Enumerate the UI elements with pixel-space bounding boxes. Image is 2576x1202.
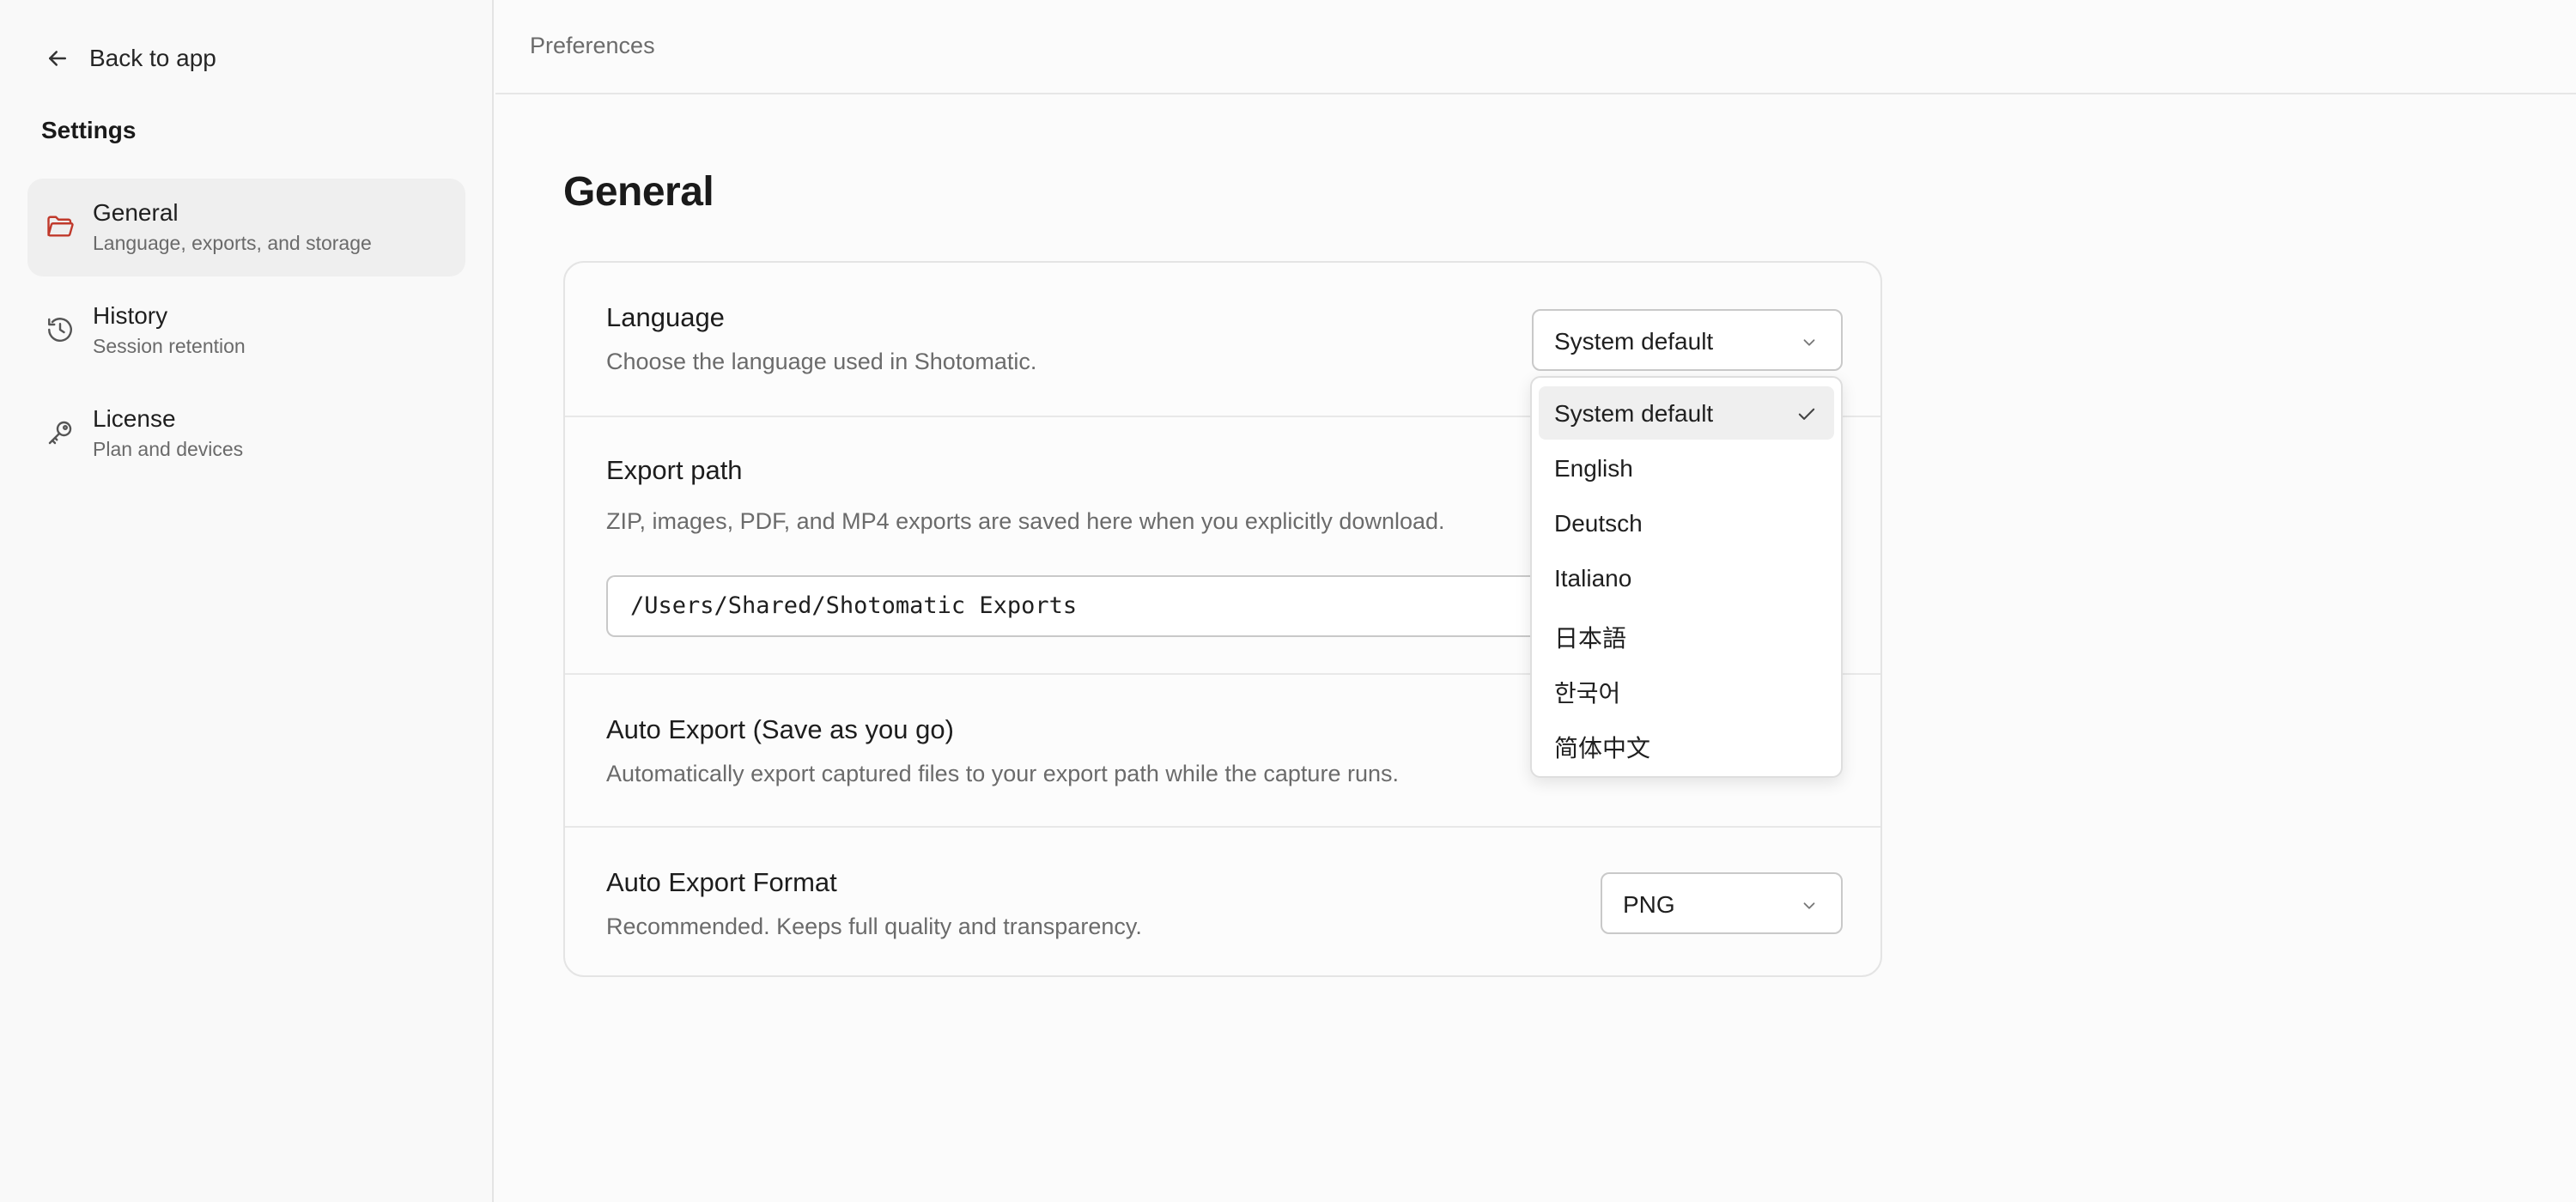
option-label: 简体中文: [1554, 735, 1651, 762]
check-icon: [1798, 408, 1815, 420]
sidebar-item-license[interactable]: License Plan and devices: [27, 385, 465, 483]
chevron-down-icon: [1803, 902, 1815, 909]
sidebar-item-desc: Language, exports, and storage: [93, 232, 372, 254]
history-icon: [45, 314, 76, 345]
language-option-system-default[interactable]: System default: [1539, 386, 1834, 440]
back-to-app-link[interactable]: Back to app: [45, 38, 216, 79]
folder-icon: [45, 211, 76, 242]
settings-title: Settings: [41, 117, 137, 143]
option-label: Italiano: [1554, 565, 1632, 592]
export-path-title: Export path: [606, 455, 743, 485]
language-option-chinese-simplified[interactable]: 简体中文: [1539, 716, 1834, 769]
sidebar-item-desc: Plan and devices: [93, 438, 244, 460]
language-option-japanese[interactable]: 日本語: [1539, 606, 1834, 659]
sidebar-item-history[interactable]: History Session retention: [27, 282, 465, 379]
format-select-value: PNG: [1623, 891, 1675, 918]
export-path-input[interactable]: /Users/Shared/Shotomatic Exports: [606, 575, 1602, 637]
breadcrumb: Preferences: [530, 33, 655, 58]
sidebar-item-label: General: [93, 199, 179, 226]
language-dropdown-menu: System default English Deutsch Italiano …: [1530, 376, 1843, 778]
auto-export-title: Auto Export (Save as you go): [606, 714, 954, 744]
language-select[interactable]: System default: [1532, 309, 1843, 371]
auto-export-format-desc: Recommended. Keeps full quality and tran…: [606, 914, 1142, 939]
option-label: 한국어: [1554, 680, 1621, 707]
option-label: 日本語: [1554, 625, 1627, 652]
sidebar-item-general[interactable]: General Language, exports, and storage: [27, 179, 465, 276]
sidebar-item-desc: Session retention: [93, 335, 246, 357]
language-option-english[interactable]: English: [1539, 441, 1834, 495]
top-bar: Preferences: [495, 0, 2576, 94]
arrow-left-icon: [49, 51, 66, 66]
language-option-deutsch[interactable]: Deutsch: [1539, 496, 1834, 549]
language-desc: Choose the language used in Shotomatic.: [606, 349, 1037, 374]
auto-export-format-select[interactable]: PNG: [1601, 872, 1843, 934]
language-option-korean[interactable]: 한국어: [1539, 661, 1834, 714]
language-select-value: System default: [1554, 328, 1714, 355]
sidebar-item-label: License: [93, 405, 176, 432]
page-title: General: [563, 169, 714, 215]
option-label: System default: [1554, 400, 1714, 427]
auto-export-desc: Automatically export captured files to y…: [606, 761, 1399, 786]
chevron-down-icon: [1803, 339, 1815, 346]
export-path-desc: ZIP, images, PDF, and MP4 exports are sa…: [606, 508, 1445, 534]
option-label: English: [1554, 455, 1633, 482]
sidebar: Back to app Settings General Language, e…: [0, 0, 494, 1202]
language-option-italiano[interactable]: Italiano: [1539, 551, 1834, 604]
sidebar-item-label: History: [93, 302, 168, 329]
auto-export-format-title: Auto Export Format: [606, 867, 837, 897]
key-icon: [45, 417, 76, 448]
option-label: Deutsch: [1554, 510, 1643, 537]
auto-export-format-row: Auto Export Format Recommended. Keeps fu…: [565, 828, 1880, 977]
back-to-app-label: Back to app: [89, 45, 216, 71]
language-title: Language: [606, 302, 725, 332]
